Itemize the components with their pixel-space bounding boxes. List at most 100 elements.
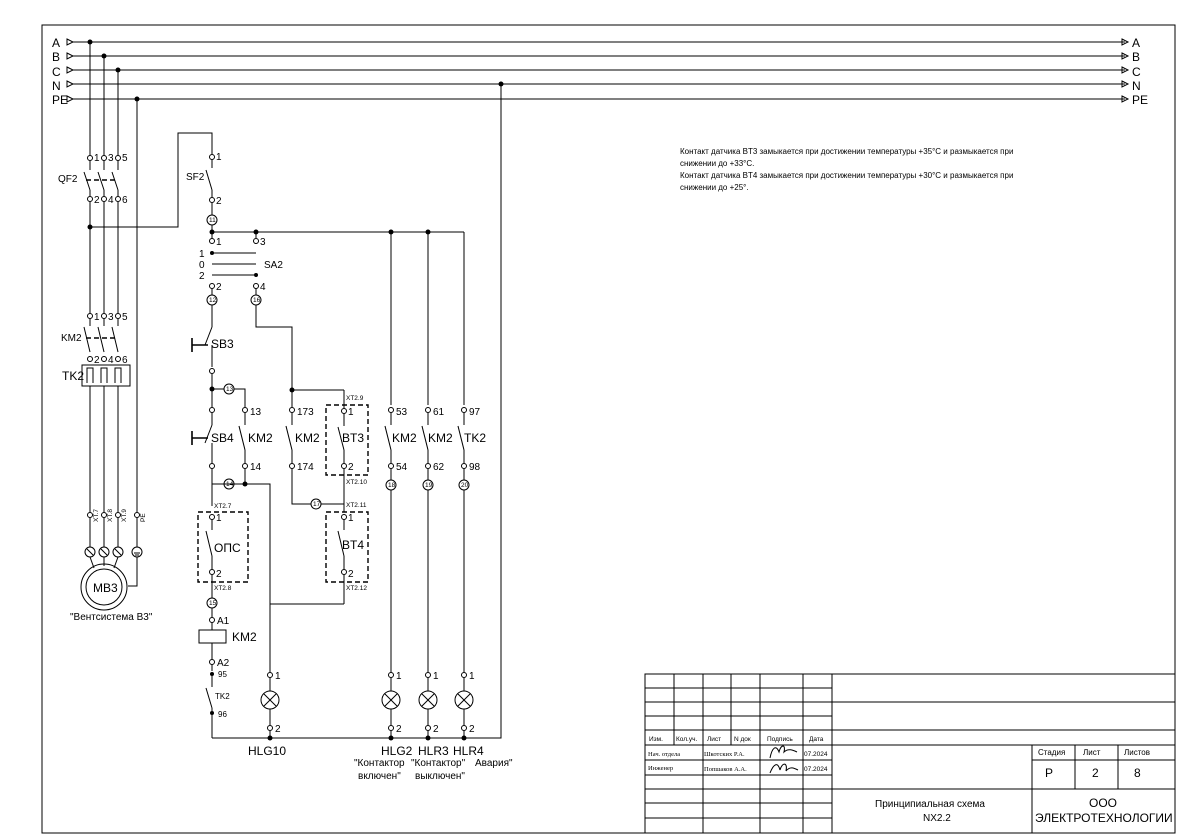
- signature: [769, 745, 798, 759]
- svg-text:1: 1: [275, 671, 281, 682]
- button-sb4: SB4: [191, 407, 234, 469]
- note-line: снижении до +25°.: [680, 183, 749, 192]
- bus-label-right: B: [1132, 50, 1140, 64]
- svg-text:Нач. отдела: Нач. отдела: [648, 751, 680, 758]
- sheets-value: 8: [1134, 766, 1141, 780]
- title-block: Изм. Кол.уч. Лист N док Подпись Дата Нач…: [644, 673, 1176, 834]
- contact-km2-53-54: 53 54 KM2: [384, 407, 417, 473]
- svg-text:98: 98: [469, 462, 481, 473]
- svg-text:1: 1: [216, 152, 222, 163]
- lamp-tag: HLG10: [248, 744, 286, 758]
- sf2-label: SF2: [186, 172, 205, 183]
- svg-text:Листов: Листов: [1124, 748, 1150, 757]
- coil-label: KM2: [232, 630, 257, 644]
- svg-text:Инженер: Инженер: [648, 765, 673, 772]
- bus-label-right: A: [1132, 36, 1140, 50]
- signature: [769, 763, 799, 774]
- coil-km2: KM2: [198, 629, 257, 644]
- svg-text:2: 2: [216, 196, 222, 207]
- svg-text:XT2.8: XT2.8: [214, 585, 232, 592]
- svg-text:3: 3: [260, 237, 266, 248]
- lamp-caption: выключен": [415, 771, 465, 782]
- svg-text:1: 1: [216, 513, 222, 524]
- lamp-caption: включен": [358, 771, 401, 782]
- lamp-hlr3: 1 2 HLR3: [418, 671, 449, 758]
- contact-km2-13-14: 13 14 KM2: [238, 407, 273, 473]
- motor-label: MB3: [93, 581, 118, 595]
- selector-sa2: 1 3 1 0 2 SA2 2 4: [199, 237, 283, 293]
- svg-text:1: 1: [348, 407, 354, 418]
- bus-label-left: A: [52, 36, 60, 50]
- svg-text:6: 6: [122, 195, 128, 206]
- control-circuit: 1 2 SF2 1 1 1 3 1 0 2 SA2 2 4 12 16 SB3 1…: [90, 84, 513, 782]
- lamp-hlg2: 1 2 HLG2: [381, 671, 413, 758]
- svg-text:2: 2: [469, 724, 475, 735]
- km2-13-label: KM2: [248, 431, 273, 445]
- svg-text:13: 13: [226, 386, 234, 393]
- svg-text:17: 17: [313, 501, 321, 508]
- lamp-caption: Авария": [475, 758, 513, 769]
- lamp-tag: HLR4: [453, 744, 484, 758]
- svg-text:16: 16: [253, 297, 261, 304]
- svg-text:4: 4: [260, 282, 266, 293]
- sb4-label: SB4: [211, 431, 234, 445]
- note-line: снижении до +33°C.: [680, 159, 754, 168]
- svg-text:96: 96: [218, 710, 227, 719]
- svg-text:2: 2: [396, 724, 402, 735]
- note-line: Контакт датчика BT4 замыкается при дости…: [680, 171, 1013, 180]
- contactor-km2-power: 1 3 5 2 4 6 KM2: [61, 312, 128, 366]
- bt3-label: BT3: [342, 431, 364, 445]
- contact-tk2-95-96: TK2 96: [205, 676, 230, 719]
- sensor-bt4: XT2.11 1 2 BT4 XT2.12: [325, 502, 369, 592]
- schematic-sheet: A B C N PE A B C N PE Контакт датчика BT…: [0, 0, 1183, 835]
- svg-text:15: 15: [209, 600, 217, 607]
- tk2-contact-label: TK2: [215, 692, 230, 701]
- sheet-value: 2: [1092, 766, 1099, 780]
- power-circuit: 1 3 5 2 4 6 QF2 1 3 5 2 4 6 KM2 TK2 XT.7…: [58, 42, 153, 623]
- svg-text:2: 2: [275, 724, 281, 735]
- svg-text:53: 53: [396, 407, 408, 418]
- svg-text:2: 2: [94, 355, 100, 366]
- km2-power-label: KM2: [61, 333, 82, 344]
- lamp-caption: "Контактор": [411, 758, 466, 769]
- svg-text:07.2024: 07.2024: [804, 766, 828, 773]
- svg-text:Дата: Дата: [809, 736, 824, 743]
- svg-text:1: 1: [469, 671, 475, 682]
- motor-caption: "Вентсистема В3": [70, 612, 153, 623]
- svg-text:Лист: Лист: [707, 736, 721, 743]
- svg-text:14: 14: [226, 481, 234, 488]
- bus-label-right: N: [1132, 79, 1141, 93]
- svg-text:4: 4: [108, 195, 114, 206]
- svg-text:13: 13: [250, 407, 262, 418]
- contact-km2-173-174: 173 174 KM2: [285, 390, 320, 473]
- svg-text:1: 1: [94, 312, 100, 323]
- svg-text:2: 2: [433, 724, 439, 735]
- svg-text:62: 62: [433, 462, 445, 473]
- svg-text:61: 61: [433, 407, 445, 418]
- km2-173-label: KM2: [295, 431, 320, 445]
- svg-text:174: 174: [297, 462, 314, 473]
- svg-text:1: 1: [348, 513, 354, 524]
- svg-text:Лист: Лист: [1083, 748, 1101, 757]
- svg-text:07.2024: 07.2024: [804, 751, 828, 758]
- fire-alarm-ops: XT2.7 1 2 ОПС XT2.8: [197, 503, 249, 592]
- contact-km2-61-62: 61 62 KM2: [421, 407, 453, 473]
- svg-text:0: 0: [199, 260, 205, 271]
- svg-text:XT2.9: XT2.9: [346, 395, 364, 402]
- svg-text:Попшаков А.А.: Попшаков А.А.: [704, 766, 747, 773]
- bt4-label: BT4: [342, 538, 364, 552]
- bus-label-left: PE: [52, 93, 68, 107]
- lamp-caption: "Контактор: [354, 758, 405, 769]
- svg-text:173: 173: [297, 407, 314, 418]
- svg-text:A2: A2: [217, 658, 230, 669]
- svg-text:95: 95: [218, 670, 227, 679]
- drawing-code: NX2.2: [923, 813, 951, 824]
- svg-text:1: 1: [199, 249, 205, 260]
- bus-label-right: PE: [1132, 93, 1148, 107]
- lamp-tag: HLR3: [418, 744, 449, 758]
- note-line: Контакт датчика BT3 замыкается при дости…: [680, 147, 1013, 156]
- tk2-97-label: TK2: [464, 431, 486, 445]
- contact-tk2-97-98: 97 98 TK2: [457, 407, 486, 473]
- km2-53-label: KM2: [392, 431, 417, 445]
- notes: Контакт датчика BT3 замыкается при дости…: [680, 147, 1013, 192]
